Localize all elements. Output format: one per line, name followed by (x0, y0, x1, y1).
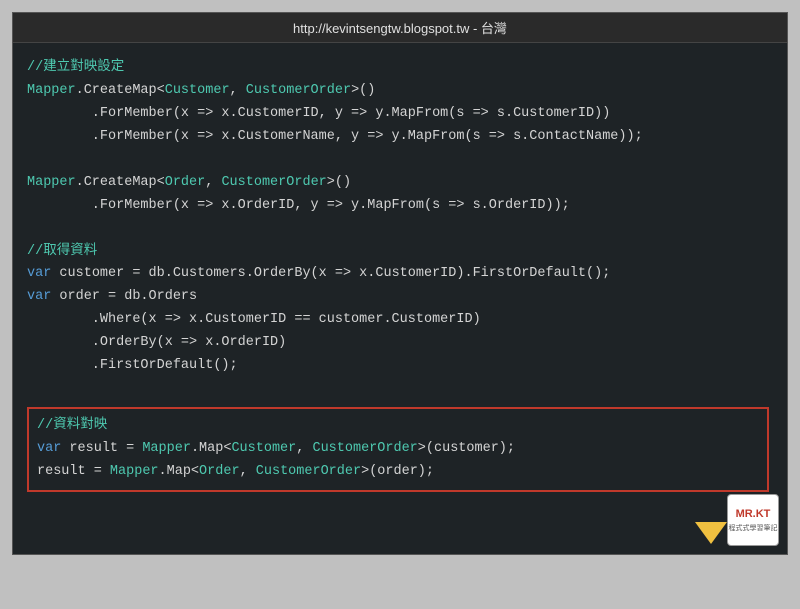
code-area: //建立對映設定 Mapper.CreateMap<Customer, Cust… (13, 43, 787, 554)
title-text: http://kevintsengtw.blogspot.tw - 台灣 (293, 21, 507, 36)
comment-2: //取得資料 (27, 241, 769, 264)
arrow-indicator (695, 522, 727, 544)
title-bar: http://kevintsengtw.blogspot.tw - 台灣 (13, 13, 787, 43)
mrkt-badge: MR.KT 程式式學習筆記 (727, 494, 779, 546)
code-line-7: var order = db.Orders (27, 286, 769, 309)
code-line-11: var result = Mapper.Map<Customer, Custom… (37, 438, 759, 461)
code-line-9: .OrderBy(x => x.OrderID) (27, 332, 769, 355)
comment-3: //資料對映 (37, 415, 759, 438)
code-line-10: .FirstOrDefault(); (27, 355, 769, 378)
badge-sub: 程式式學習筆記 (729, 523, 778, 535)
code-line-12: result = Mapper.Map<Order, CustomerOrder… (37, 461, 759, 484)
code-line-2: .ForMember(x => x.CustomerID, y => y.Map… (27, 103, 769, 126)
arrow-down-icon (695, 522, 727, 544)
code-line-3: .ForMember(x => x.CustomerName, y => y.M… (27, 126, 769, 149)
code-line-4: Mapper.CreateMap<Order, CustomerOrder>() (27, 172, 769, 195)
window-frame: http://kevintsengtw.blogspot.tw - 台灣 //建… (12, 12, 788, 555)
comment-1: //建立對映設定 (27, 57, 769, 80)
code-line-5: .ForMember(x => x.OrderID, y => y.MapFro… (27, 195, 769, 218)
code-line-1: Mapper.CreateMap<Customer, CustomerOrder… (27, 80, 769, 103)
highlighted-section: //資料對映 var result = Mapper.Map<Customer,… (27, 407, 769, 492)
badge-title: MR.KT (736, 505, 771, 524)
code-line-8: .Where(x => x.CustomerID == customer.Cus… (27, 309, 769, 332)
code-line-6: var customer = db.Customers.OrderBy(x =>… (27, 263, 769, 286)
